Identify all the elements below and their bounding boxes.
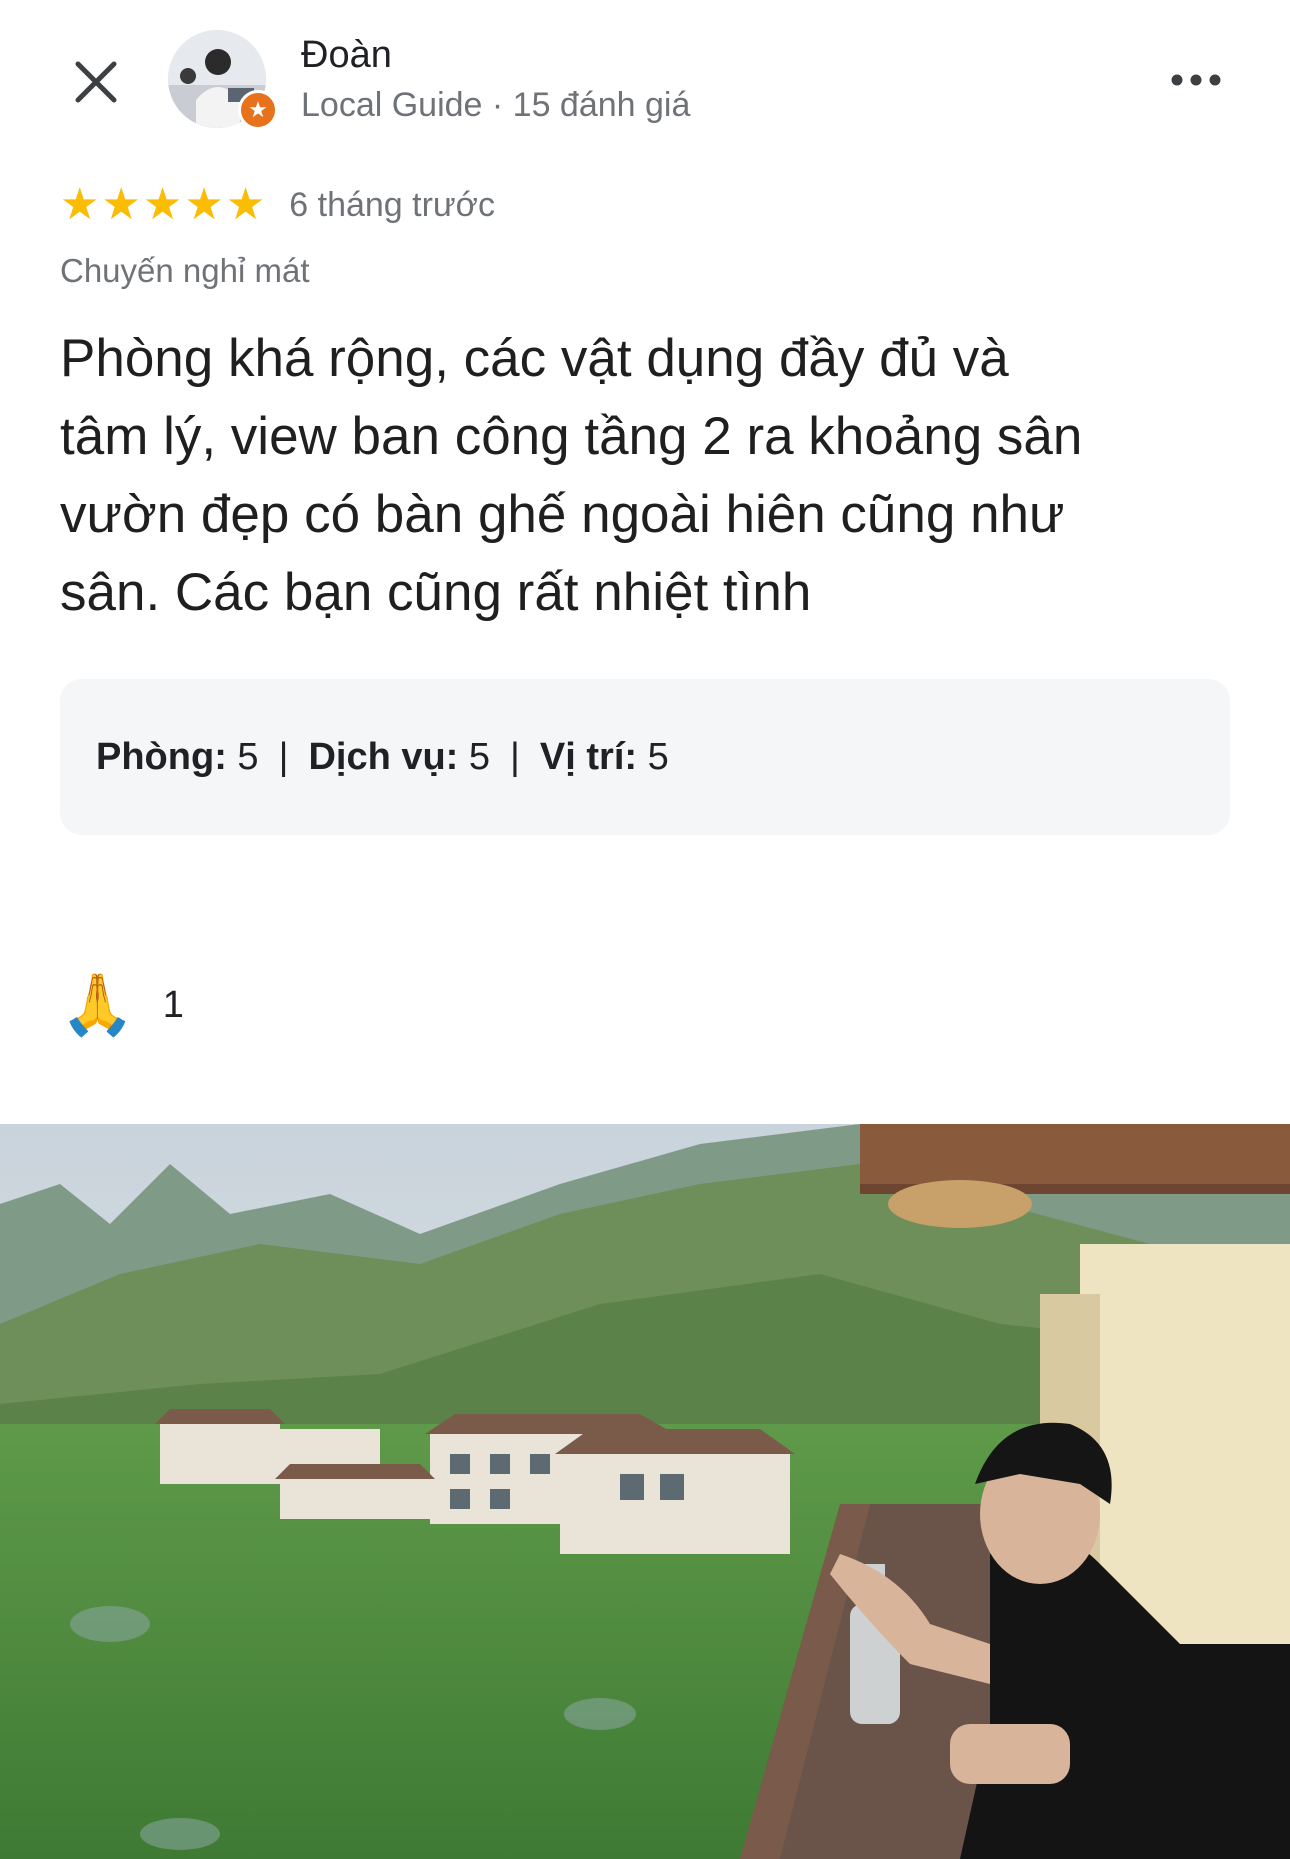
review-text-line: sân. Các bạn cũng rất nhiệt tình — [60, 563, 812, 622]
star-icon: ★ — [184, 180, 224, 229]
close-icon — [75, 61, 117, 103]
reviewer-subtitle: Local Guide · 15 đánh giá — [301, 86, 691, 124]
review-text-line: Phòng khá rộng, các vật dụng đầy đủ và — [60, 329, 1009, 388]
more-options-button[interactable] — [1156, 56, 1236, 104]
star-icon: ★ — [225, 180, 266, 229]
sub-ratings: Phòng: 5 | Dịch vụ: 5 | Vị trí: 5 — [60, 679, 1230, 835]
pray-emoji-icon: 🙏 — [60, 971, 135, 1038]
location-score: 5 — [647, 735, 669, 778]
review-text: Phòng khá rộng, các vật dụng đầy đủ và t… — [60, 320, 1240, 632]
reaction-button[interactable]: 🙏 1 — [60, 970, 184, 1040]
review-text-line: tâm lý, view ban công tầng 2 ra khoảng s… — [60, 407, 1083, 466]
landscape-photo-icon — [0, 1124, 1290, 1859]
star-rating: ★ ★ ★ ★ ★ — [60, 183, 265, 227]
room-score: 5 — [237, 735, 259, 778]
reviewer-name[interactable]: Đoàn — [301, 34, 392, 77]
review-time: 6 tháng trước — [289, 185, 495, 224]
trip-type: Chuyến nghỉ mát — [60, 252, 310, 289]
reaction-count: 1 — [162, 983, 184, 1026]
rating-row: ★ ★ ★ ★ ★ 6 tháng trước — [60, 180, 495, 230]
location-label: Vị trí: — [539, 735, 638, 778]
separator: | — [510, 735, 520, 778]
room-label: Phòng: — [96, 735, 227, 778]
close-button[interactable] — [66, 52, 126, 112]
more-horizontal-icon — [1171, 74, 1221, 86]
star-icon: ★ — [142, 180, 183, 229]
service-label: Dịch vụ: — [308, 735, 459, 778]
review-header: ★ Đoàn Local Guide · 15 đánh giá — [0, 0, 1290, 160]
separator: | — [278, 735, 289, 778]
star-icon: ★ — [101, 180, 141, 229]
star-icon: ★ — [60, 180, 100, 229]
service-score: 5 — [468, 735, 491, 778]
local-guide-star-icon: ★ — [238, 90, 278, 130]
review-photo[interactable] — [0, 1124, 1290, 1859]
review-text-line: vườn đẹp có bàn ghế ngoài hiên cũng như — [60, 485, 1065, 544]
